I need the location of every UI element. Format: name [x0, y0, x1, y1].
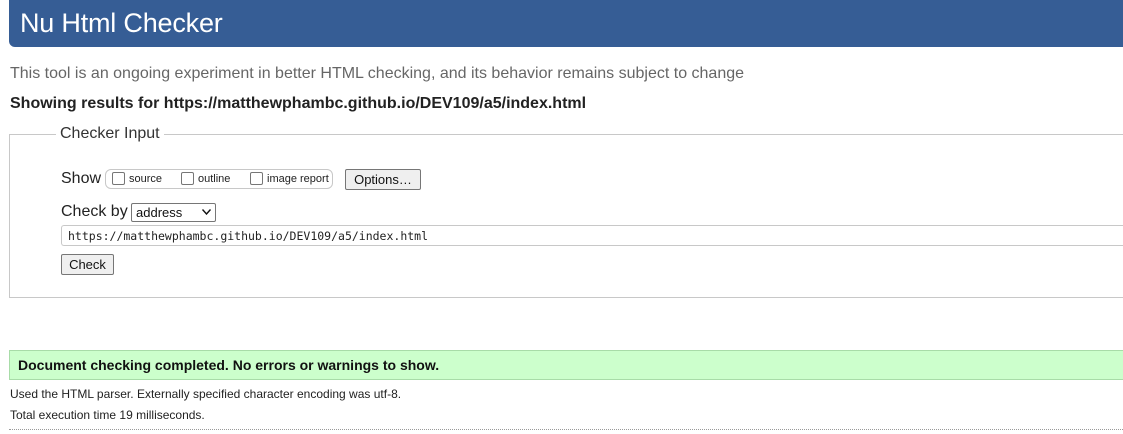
parser-info-text: Used the HTML parser. Externally specifi… — [10, 387, 402, 401]
checker-input-fieldset: Checker Input Show source outline image … — [9, 125, 1123, 298]
checker-input-legend: Checker Input — [56, 125, 164, 143]
show-checkbox-group: source outline image report — [105, 169, 333, 189]
bottom-divider — [9, 429, 1123, 430]
check-by-label: Check by — [61, 203, 128, 220]
image-report-checkbox-label: image report — [267, 173, 329, 185]
check-button[interactable]: Check — [61, 254, 114, 275]
source-checkbox-item[interactable]: source — [112, 171, 164, 187]
execution-time-text: Total execution time 19 milliseconds. — [10, 408, 205, 422]
showing-results-heading: Showing results for https://matthewphamb… — [10, 95, 586, 113]
success-message: Document checking completed. No errors o… — [18, 357, 440, 373]
check-by-selected-value: address — [136, 205, 183, 220]
outline-checkbox-item[interactable]: outline — [181, 171, 237, 187]
show-label: Show — [61, 170, 102, 187]
showing-results-url: https://matthewphambc.github.io/DEV109/a… — [163, 95, 587, 112]
image-report-checkbox[interactable] — [250, 172, 263, 185]
doc-url-value: https://matthewphambc.github.io/DEV109/a… — [68, 229, 429, 243]
chevron-down-icon — [202, 209, 211, 215]
header-bar: Nu Html Checker — [9, 0, 1123, 47]
source-checkbox-label: source — [129, 173, 163, 185]
outline-checkbox[interactable] — [181, 172, 194, 185]
outline-checkbox-label: outline — [198, 173, 231, 185]
source-checkbox[interactable] — [112, 172, 125, 185]
showing-results-prefix: Showing results for — [10, 95, 160, 112]
image-report-checkbox-item[interactable]: image report — [250, 171, 330, 187]
tagline-text: This tool is an ongoing experiment in be… — [10, 65, 745, 82]
page: Nu Html Checker This tool is an ongoing … — [0, 0, 1123, 434]
doc-url-input[interactable]: https://matthewphambc.github.io/DEV109/a… — [61, 225, 1123, 246]
page-title[interactable]: Nu Html Checker — [20, 8, 223, 39]
check-by-select[interactable]: address — [131, 203, 216, 222]
success-message-box: Document checking completed. No errors o… — [9, 350, 1123, 380]
options-button[interactable]: Options… — [345, 169, 421, 190]
